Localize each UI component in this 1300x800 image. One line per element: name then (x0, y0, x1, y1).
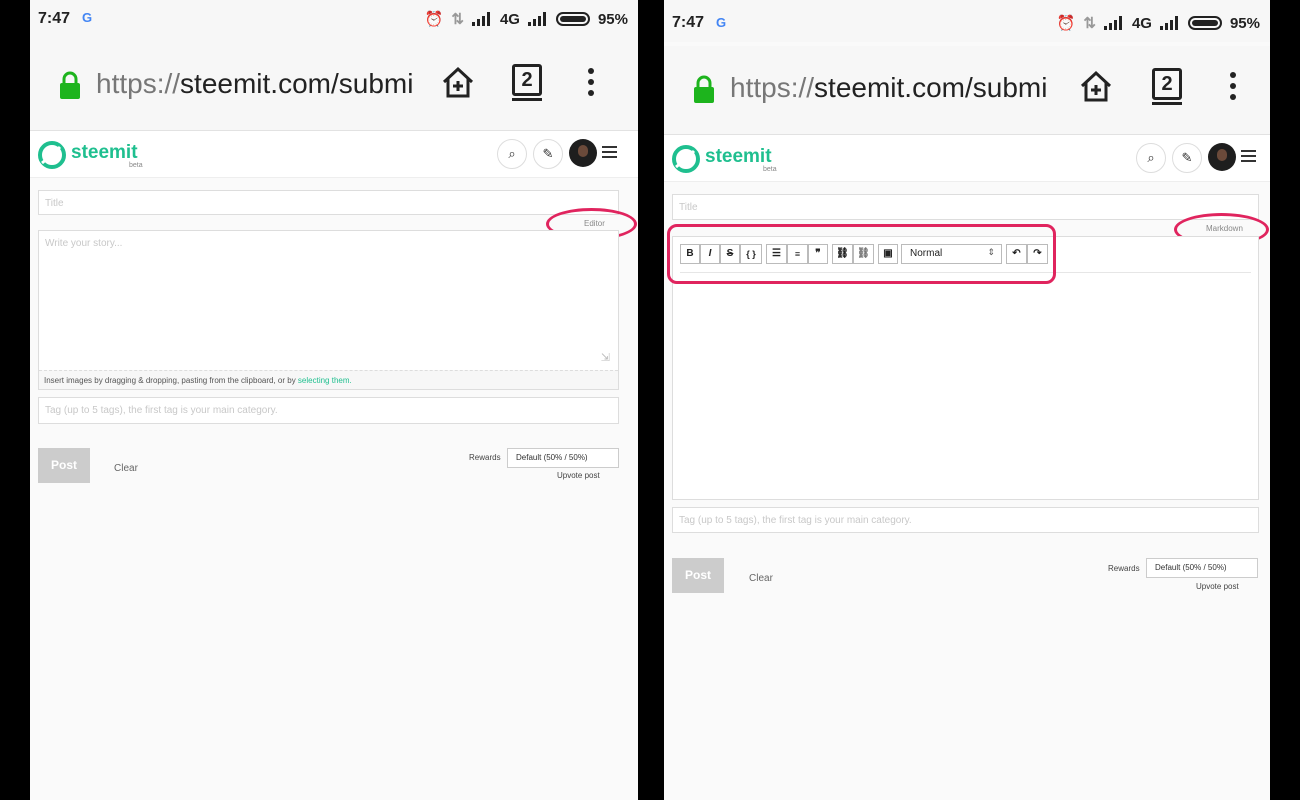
tabs-icon[interactable]: 2 (1152, 68, 1182, 105)
search-icon[interactable]: ⌕ (497, 139, 527, 169)
google-icon: G (716, 15, 727, 30)
battery-percent: 95% (597, 10, 628, 28)
status-bar: 7:47 G ⏰ ⇅ 4G 95% (664, 0, 1270, 42)
url-field[interactable]: https://steemit.com/submi (730, 72, 1058, 104)
clear-button[interactable]: Clear (749, 573, 773, 584)
body-textarea[interactable]: Write your story... ⇲ Insert images by d… (38, 230, 619, 390)
rewards-label: Rewards (1108, 564, 1140, 573)
body-placeholder: Write your story... (45, 238, 123, 249)
clear-button[interactable]: Clear (114, 463, 138, 474)
lock-icon (694, 75, 714, 103)
insert-images-hint: Insert images by dragging & dropping, pa… (39, 370, 618, 389)
hamburger-icon[interactable] (602, 146, 617, 158)
battery-percent: 95% (1229, 14, 1260, 32)
data-arrows-icon: ⇅ (451, 11, 464, 28)
network-type: 4G (1131, 14, 1152, 32)
alarm-icon: ⏰ (424, 11, 444, 28)
resize-icon[interactable]: ⇲ (601, 351, 610, 364)
steemit-logo[interactable] (38, 141, 66, 169)
avatar[interactable] (1208, 143, 1236, 171)
left-screenshot: 7:47 G ⏰ ⇅ 4G 95% https://steemit.com/su… (30, 0, 638, 800)
network-type: 4G (499, 10, 520, 28)
hamburger-icon[interactable] (1241, 150, 1256, 162)
status-bar: 7:47 G ⏰ ⇅ 4G 95% (30, 0, 638, 42)
post-button[interactable]: Post (672, 558, 724, 593)
tabs-icon[interactable]: 2 (512, 64, 542, 101)
lock-icon (60, 71, 80, 99)
site-header: steemit beta ⌕ ✎ (30, 131, 638, 178)
tag-input[interactable]: Tag (up to 5 tags), the first tag is you… (672, 507, 1259, 533)
battery-icon (1187, 16, 1222, 30)
status-time: 7:47 (38, 10, 71, 27)
steemit-logo[interactable] (672, 145, 700, 173)
upvote-checkbox[interactable]: Upvote post (557, 471, 600, 480)
overflow-menu-icon[interactable] (1230, 72, 1238, 105)
signal-icon (471, 12, 492, 26)
overflow-menu-icon[interactable] (588, 68, 596, 101)
status-time: 7:47 (672, 14, 705, 31)
status-icons: ⏰ ⇅ 4G 95% (424, 10, 628, 29)
logo-text[interactable]: steemit (71, 142, 138, 164)
logo-text[interactable]: steemit (705, 146, 772, 168)
rewards-select[interactable]: Default (50% / 50%) (1146, 558, 1258, 578)
home-add-icon[interactable] (440, 64, 476, 100)
data-arrows-icon: ⇅ (1083, 15, 1096, 32)
title-input[interactable]: Title (672, 194, 1259, 220)
google-icon: G (82, 10, 93, 25)
browser-url-bar: https://steemit.com/submi 2 (30, 42, 638, 131)
pencil-icon[interactable]: ✎ (533, 139, 563, 169)
battery-icon (555, 12, 590, 26)
home-add-icon[interactable] (1078, 68, 1114, 104)
search-icon[interactable]: ⌕ (1136, 143, 1166, 173)
select-images-link[interactable]: selecting them. (298, 376, 352, 385)
annotation-rectangle (667, 224, 1056, 284)
upvote-checkbox[interactable]: Upvote post (1196, 582, 1239, 591)
title-input[interactable]: Title (38, 190, 619, 215)
site-header: steemit beta ⌕ ✎ (664, 135, 1270, 182)
post-button[interactable]: Post (38, 448, 90, 483)
signal-icon (527, 12, 548, 26)
url-field[interactable]: https://steemit.com/submi (96, 68, 424, 100)
browser-url-bar: https://steemit.com/submi 2 (664, 46, 1270, 135)
pencil-icon[interactable]: ✎ (1172, 143, 1202, 173)
right-screenshot: 7:47 G ⏰ ⇅ 4G 95% https://steemit.com/su… (664, 0, 1270, 800)
status-icons: ⏰ ⇅ 4G 95% (1056, 14, 1260, 33)
signal-icon (1103, 16, 1124, 30)
rewards-select[interactable]: Default (50% / 50%) (507, 448, 619, 468)
alarm-icon: ⏰ (1056, 15, 1076, 32)
avatar[interactable] (569, 139, 597, 167)
tag-input[interactable]: Tag (up to 5 tags), the first tag is you… (38, 397, 619, 424)
logo-beta: beta (129, 162, 143, 169)
rewards-label: Rewards (469, 453, 501, 462)
logo-beta: beta (763, 166, 777, 173)
signal-icon (1159, 16, 1180, 30)
